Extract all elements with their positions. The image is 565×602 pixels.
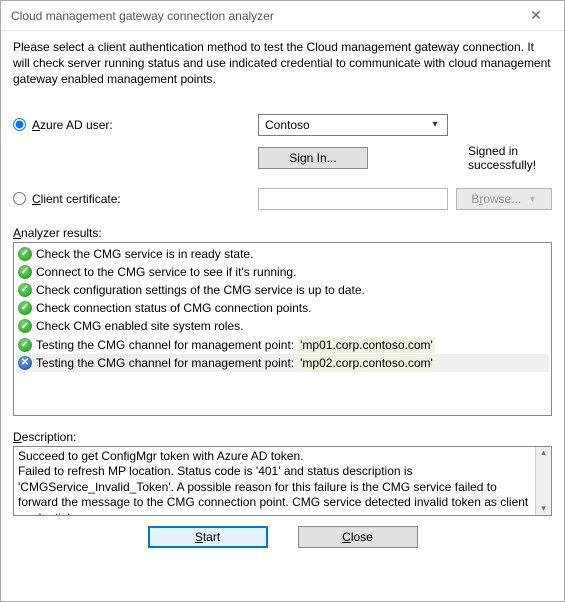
tenant-combo-value: Contoso: [265, 118, 310, 132]
description-text: Succeed to get ConfigMgr token with Azur…: [18, 449, 547, 516]
result-item[interactable]: ✓ Check connection status of CMG connecti…: [16, 299, 549, 317]
result-item[interactable]: ✓ Testing the CMG channel for management …: [16, 336, 549, 354]
management-point: 'mp01.corp.contoso.com': [298, 337, 435, 353]
close-icon[interactable]: ✕: [516, 2, 556, 30]
result-item[interactable]: ✕ Testing the CMG channel for management …: [16, 354, 549, 372]
check-icon: ✓: [18, 265, 32, 279]
check-icon: ✓: [18, 319, 32, 333]
error-icon: ✕: [18, 356, 32, 370]
results-label: Analyzer results:: [13, 226, 552, 240]
azure-ad-row: Azure AD user: Contoso ▾: [13, 114, 552, 136]
check-icon: ✓: [18, 283, 32, 297]
result-item[interactable]: ✓ Check CMG enabled site system roles.: [16, 317, 549, 335]
azure-ad-label[interactable]: Azure AD user:: [32, 118, 113, 132]
browse-button: Browse... ▼: [456, 188, 552, 210]
signin-status: Signed in successfully!: [468, 144, 552, 172]
check-icon: ✓: [18, 301, 32, 315]
client-cert-row: Client certificate: Browse... ▼: [13, 188, 552, 210]
result-text: Check the CMG service is in ready state.: [36, 246, 253, 262]
management-point: 'mp02.corp.contoso.com': [298, 355, 435, 371]
result-text: Check CMG enabled site system roles.: [36, 318, 243, 334]
result-item[interactable]: ✓ Connect to the CMG service to see if it…: [16, 263, 549, 281]
scrollbar[interactable]: ▴ ▾: [535, 447, 551, 515]
check-icon: ✓: [18, 247, 32, 261]
title-bar: Cloud management gateway connection anal…: [1, 1, 564, 31]
dialog-window: Cloud management gateway connection anal…: [0, 0, 565, 602]
result-text: Check connection status of CMG connectio…: [36, 300, 311, 316]
client-cert-label[interactable]: Client certificate:: [32, 192, 121, 206]
chevron-down-icon: ▼: [528, 194, 537, 204]
start-button[interactable]: Start: [148, 526, 268, 548]
scroll-down-icon[interactable]: ▾: [541, 503, 546, 515]
result-text: Connect to the CMG service to see if it'…: [36, 264, 296, 280]
dialog-footer: Start Close: [13, 516, 552, 552]
chevron-down-icon: ▾: [427, 119, 443, 130]
signin-row: Sign In... Signed in successfully!: [13, 144, 552, 172]
result-item[interactable]: ✓ Check the CMG service is in ready state…: [16, 245, 549, 263]
scroll-up-icon[interactable]: ▴: [541, 447, 546, 459]
description-box[interactable]: Succeed to get ConfigMgr token with Azur…: [13, 446, 552, 516]
sign-in-button[interactable]: Sign In...: [258, 147, 368, 169]
client-cert-radio[interactable]: [13, 192, 26, 205]
azure-ad-radio[interactable]: [13, 118, 26, 131]
description-label: Description:: [13, 430, 552, 444]
tenant-combo[interactable]: Contoso ▾: [258, 114, 448, 136]
window-title: Cloud management gateway connection anal…: [11, 9, 516, 23]
result-text: Check configuration settings of the CMG …: [36, 282, 365, 298]
result-item[interactable]: ✓ Check configuration settings of the CMG…: [16, 281, 549, 299]
results-list[interactable]: ✓ Check the CMG service is in ready state…: [13, 242, 552, 416]
dialog-content: Please select a client authentication me…: [1, 31, 564, 601]
check-icon: ✓: [18, 338, 32, 352]
close-button[interactable]: Close: [298, 526, 418, 548]
cert-path-field: [258, 188, 448, 210]
intro-text: Please select a client authentication me…: [13, 39, 552, 88]
result-text: Testing the CMG channel for management p…: [36, 355, 294, 371]
result-text: Testing the CMG channel for management p…: [36, 337, 294, 353]
